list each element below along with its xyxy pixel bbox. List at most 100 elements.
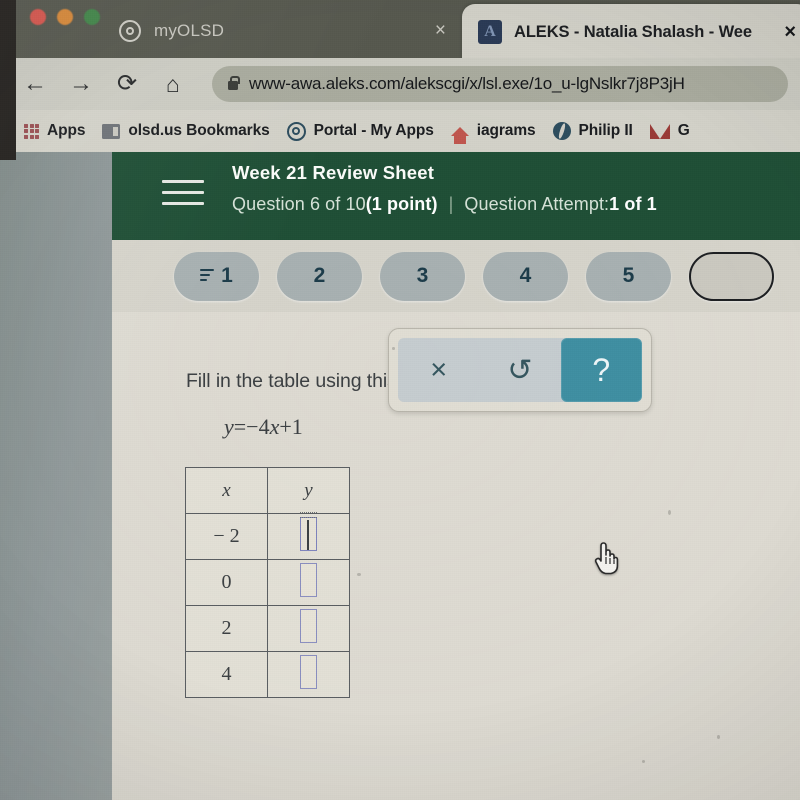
close-window-button[interactable] (30, 9, 46, 25)
aleks-application: Week 21 Review Sheet Question 6 of 10 (1… (0, 152, 800, 800)
math-input-toolbar: × ↺ ? (388, 328, 652, 412)
lock-icon (228, 75, 240, 90)
answer-input-box[interactable] (300, 655, 317, 689)
tab-title: ALEKS - Natalia Shalash - Wee (514, 22, 752, 41)
back-button[interactable]: ← (22, 72, 48, 96)
x-value-cell: − 2 (185, 513, 268, 560)
x-value-cell: 0 (185, 559, 268, 606)
y-input-cell[interactable] (267, 559, 350, 606)
undo-button[interactable]: ↺ (479, 338, 560, 402)
table-header-row: x y (185, 467, 350, 514)
house-icon (450, 126, 469, 144)
list-lines-icon (200, 268, 215, 284)
bookmark-label: iagrams (476, 122, 536, 139)
formula-constant: +1 (279, 414, 303, 439)
question-progress: Question 6 of 10 (232, 194, 366, 214)
question-pill-3[interactable]: 3 (380, 251, 465, 301)
table-row: 0 (185, 559, 350, 606)
reload-button[interactable]: ⟳ (114, 72, 140, 96)
function-table: x y − 2 0 2 4 (185, 467, 350, 698)
bookmark-philip-ii[interactable]: Philip II (552, 122, 633, 140)
question-pill-6-current[interactable] (689, 251, 774, 301)
target-icon (286, 121, 306, 141)
close-tab-button[interactable]: × (784, 21, 796, 44)
question-points: (1 point) (365, 194, 438, 214)
apps-grid-icon (24, 123, 39, 139)
question-status: Question 6 of 10 (1 point) | Question At… (232, 194, 657, 215)
bookmark-olsd-us-bookmarks[interactable]: olsd.us Bookmarks (102, 122, 270, 140)
url-text: www-awa.aleks.com/alekscgi/x/lsl.exe/1o_… (249, 74, 685, 93)
browser-tab-aleks[interactable]: A ALEKS - Natalia Shalash - Wee × (462, 4, 800, 60)
question-pill-1[interactable]: 1 (174, 251, 259, 301)
answer-input-box[interactable] (300, 609, 317, 643)
math-toolbar-inner: × ↺ ? (398, 338, 642, 402)
attempt-label: Question Attempt: (464, 194, 610, 214)
minimize-window-button[interactable] (57, 9, 73, 25)
y-input-cell[interactable] (267, 651, 350, 698)
bookmark-label: Apps (47, 122, 86, 139)
browser-tab-strip: myOLSD × A ALEKS - Natalia Shalash - Wee… (0, 0, 800, 160)
assignment-title: Week 21 Review Sheet (232, 162, 435, 183)
x-value-cell: 2 (185, 605, 268, 652)
question-navigation: 1 2 3 4 5 (112, 240, 800, 312)
bookmark-gmail[interactable]: G (649, 122, 690, 140)
home-button[interactable]: ⌂ (160, 72, 186, 96)
table-row: − 2 (185, 512, 350, 560)
answer-input-box[interactable] (300, 512, 317, 551)
question-pill-5[interactable]: 5 (586, 251, 671, 301)
status-separator: | (448, 194, 454, 214)
window-controls[interactable] (30, 9, 100, 25)
screenshot-root: myOLSD × A ALEKS - Natalia Shalash - Wee… (0, 0, 800, 800)
photo-speck (642, 760, 645, 763)
photo-speck (717, 735, 720, 739)
photo-speck (392, 347, 395, 350)
folder-icon (102, 123, 121, 139)
formula-x: x (269, 414, 280, 439)
bookmark-label: G (677, 122, 690, 139)
column-header-y: y (267, 467, 350, 514)
gmail-icon (649, 123, 670, 139)
table-row: 4 (185, 651, 350, 698)
assignment-header: Week 21 Review Sheet Question 6 of 10 (1… (112, 152, 800, 240)
bookmark-iagrams[interactable]: iagrams (450, 122, 536, 144)
bookmark-label: Philip II (578, 122, 633, 139)
clear-button[interactable]: × (398, 338, 479, 402)
question-pill-2[interactable]: 2 (277, 251, 362, 301)
pill-label: 4 (519, 264, 532, 287)
attempt-value: 1 of 1 (609, 194, 657, 214)
function-rule-formula: y=−4x+1 (224, 414, 303, 440)
answer-input-box[interactable] (300, 563, 317, 597)
aleks-body: Week 21 Review Sheet Question 6 of 10 (1… (112, 152, 800, 800)
pill-label: 3 (416, 264, 429, 287)
bookmark-apps[interactable]: Apps (24, 122, 85, 140)
pill-label: 1 (221, 264, 233, 287)
column-header-x: x (185, 467, 268, 514)
x-value-cell: 4 (185, 651, 268, 698)
bookmark-portal-my-apps[interactable]: Portal - My Apps (286, 121, 434, 141)
browser-toolbar: ← → ⟳ ⌂ www-awa.aleks.com/alekscgi/x/lsl… (0, 58, 800, 110)
browser-chrome: myOLSD × A ALEKS - Natalia Shalash - Wee… (0, 0, 800, 160)
target-icon (119, 20, 141, 42)
forward-button[interactable]: → (68, 72, 94, 96)
address-bar[interactable]: www-awa.aleks.com/alekscgi/x/lsl.exe/1o_… (212, 66, 788, 102)
question-content: Fill in the table using this function ru… (112, 312, 800, 800)
browser-tab-myolsd[interactable]: myOLSD × (105, 4, 460, 58)
bookmark-label: Portal - My Apps (313, 122, 434, 139)
pill-label: 5 (622, 264, 635, 287)
help-button[interactable]: ? (560, 338, 642, 402)
bookmarks-bar: Apps olsd.us Bookmarks Portal - My Apps … (0, 110, 800, 152)
close-tab-button[interactable]: × (435, 20, 446, 42)
formula-y: y (224, 414, 234, 439)
left-rail (0, 152, 112, 800)
maximize-window-button[interactable] (84, 9, 100, 25)
question-pill-4[interactable]: 4 (483, 251, 568, 301)
globe-icon (552, 122, 571, 140)
photo-speck (668, 510, 671, 515)
y-input-cell[interactable] (267, 605, 350, 652)
hamburger-menu-icon[interactable] (162, 180, 204, 213)
table-row: 2 (185, 605, 350, 652)
bookmark-label: olsd.us Bookmarks (128, 122, 270, 139)
pill-label: 2 (313, 264, 326, 287)
aleks-a-icon: A (478, 20, 502, 44)
y-input-cell[interactable] (267, 512, 350, 560)
